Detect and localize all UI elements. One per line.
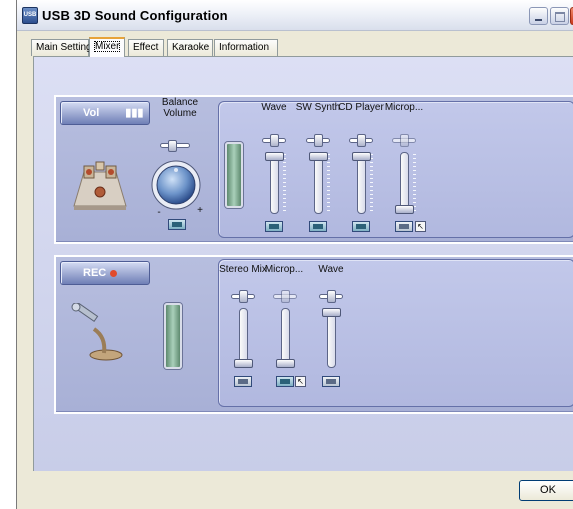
knob-max-mark: + <box>197 205 203 216</box>
tab-main-setting[interactable]: Main Setting <box>31 39 92 56</box>
rec-volume-slider-wave[interactable] <box>327 308 336 368</box>
recording-panel: REC Stereo Mix Microp... ↖ Wave <box>54 255 573 414</box>
ok-button[interactable]: OK <box>519 480 573 501</box>
tab-karaoke[interactable]: Karaoke <box>167 39 213 56</box>
playback-level-meter <box>225 142 243 208</box>
pan-thumb-wave[interactable] <box>270 134 279 147</box>
volume-slider-cd-player[interactable] <box>357 152 366 214</box>
volume-slider-sw-synth[interactable] <box>314 152 323 214</box>
window-title: USB 3D Sound Configuration <box>42 8 228 23</box>
record-dot-icon <box>110 269 118 277</box>
mute-button-wave[interactable] <box>265 221 283 232</box>
rec-label-microphone: Microp... <box>264 264 304 275</box>
mixer-page: Vol ▮▮▮ Balance Volume - + Wave SW Synth… <box>33 56 573 471</box>
volume-thumb-microphone[interactable] <box>395 205 414 214</box>
rec-label-wave: Wave <box>318 264 344 275</box>
ticks-cd-player <box>370 154 373 214</box>
volume-slider-wave[interactable] <box>270 152 279 214</box>
title-bar[interactable]: USB USB 3D Sound Configuration <box>17 0 573 31</box>
speaker-stage-icon <box>73 161 127 210</box>
volume-thumb-sw-synth[interactable] <box>309 152 328 161</box>
maximize-button[interactable] <box>550 7 569 25</box>
rec-volume-thumb-microphone[interactable] <box>276 359 295 368</box>
rec-volume-thumb-stereo-mix[interactable] <box>234 359 253 368</box>
app-icon: USB <box>22 7 38 24</box>
microphone-icon <box>71 303 123 361</box>
rec-select-button-wave[interactable] <box>322 376 340 387</box>
volume-bars-icon: ▮▮▮ <box>125 107 144 119</box>
rec-volume-thumb-wave[interactable] <box>322 308 341 317</box>
mute-button-cd-player[interactable] <box>352 221 370 232</box>
playback-channels-panel: Wave SW Synth CD Player Microp... ↖ <box>218 101 573 238</box>
channel-label-microphone: Microp... <box>384 102 424 113</box>
ticks-wave <box>283 154 286 214</box>
rec-pan-thumb-wave[interactable] <box>327 290 336 303</box>
tab-effect[interactable]: Effect <box>128 39 164 56</box>
rec-badge: REC <box>60 261 150 285</box>
tab-information[interactable]: Information <box>214 39 278 56</box>
tab-mixer[interactable]: Mixer <box>89 37 125 57</box>
mute-button-microphone[interactable] <box>395 221 413 232</box>
balance-volume-label: Balance Volume <box>161 97 199 119</box>
minimize-button[interactable] <box>529 7 548 25</box>
volume-knob-icon[interactable] <box>150 159 202 211</box>
cursor-select-icon[interactable]: ↖ <box>415 221 426 232</box>
pan-thumb-cd-player[interactable] <box>357 134 366 147</box>
rec-pan-thumb-microphone[interactable] <box>281 290 290 303</box>
rec-cursor-select-icon[interactable]: ↖ <box>295 376 306 387</box>
balance-thumb[interactable] <box>168 140 177 152</box>
channel-label-wave: Wave <box>261 102 287 113</box>
recording-level-meter <box>164 303 182 369</box>
knob-min-mark: - <box>157 207 161 218</box>
volume-thumb-wave[interactable] <box>265 152 284 161</box>
pan-thumb-sw-synth[interactable] <box>314 134 323 147</box>
pan-thumb-microphone[interactable] <box>400 134 409 147</box>
volume-thumb-cd-player[interactable] <box>352 152 371 161</box>
recording-channels-panel: Stereo Mix Microp... ↖ Wave <box>218 259 573 407</box>
rec-select-button-stereo-mix[interactable] <box>234 376 252 387</box>
master-mute-button[interactable] <box>168 219 186 230</box>
ticks-sw-synth <box>327 154 330 214</box>
rec-pan-thumb-stereo-mix[interactable] <box>239 290 248 303</box>
app-window: USB USB 3D Sound Configuration Main Sett… <box>16 0 573 509</box>
playback-panel: Vol ▮▮▮ Balance Volume - + Wave SW Synth… <box>54 95 573 244</box>
rec-select-button-microphone[interactable] <box>276 376 294 387</box>
mute-button-sw-synth[interactable] <box>309 221 327 232</box>
volume-badge: Vol ▮▮▮ <box>60 101 150 125</box>
